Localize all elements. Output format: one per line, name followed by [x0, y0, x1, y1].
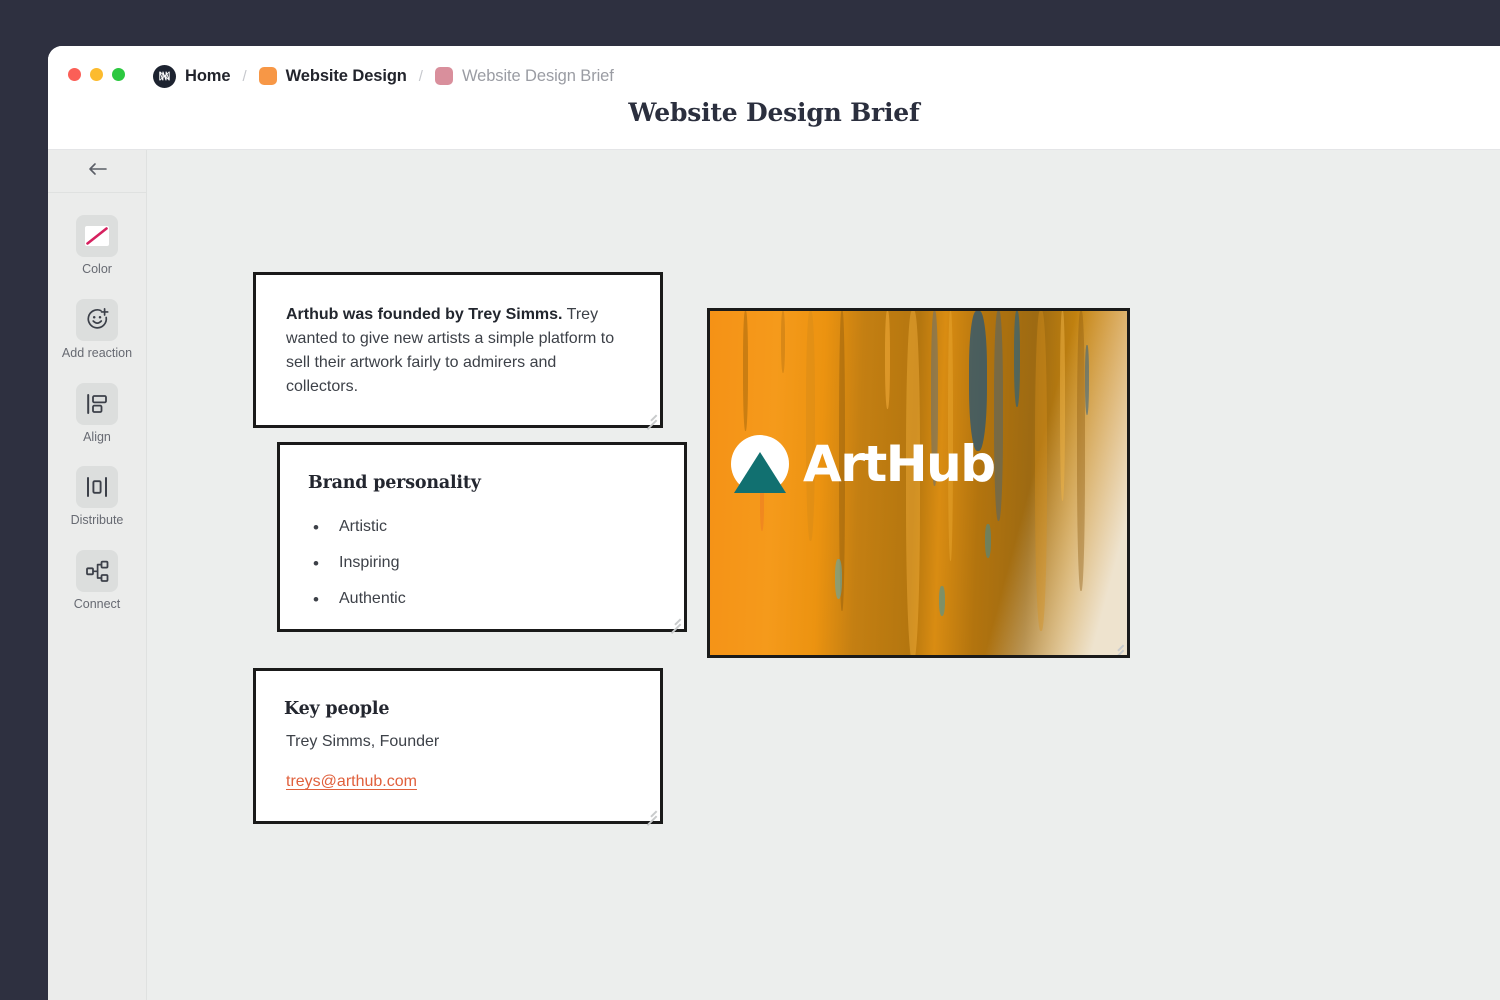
- arthub-logo-lockup: ArtHub: [731, 435, 995, 493]
- toolbar-label-distribute: Distribute: [71, 514, 124, 528]
- brand-personality-item-0: Artistic: [339, 518, 387, 536]
- sticky-card-brand-personality[interactable]: Brand personality • Artistic • Inspiring…: [277, 442, 687, 632]
- toolbar-item-color[interactable]: Color: [55, 215, 139, 277]
- breadcrumb-item-home[interactable]: Home: [153, 62, 230, 90]
- toolbar-label-connect: Connect: [74, 598, 121, 612]
- image-card-arthub-logo[interactable]: ArtHub: [707, 308, 1130, 658]
- board-color-chip-orange: [259, 67, 277, 85]
- breadcrumb-label-website-design-brief: Website Design Brief: [462, 67, 614, 86]
- sticky-card-key-people[interactable]: Key people Trey Simms, Founder treys@art…: [253, 668, 663, 824]
- breadcrumb-label-website-design: Website Design: [286, 67, 407, 86]
- distribute-icon: [76, 466, 118, 508]
- brand-personality-item-2: Authentic: [339, 590, 406, 608]
- breadcrumb-item-website-design-brief[interactable]: Website Design Brief: [435, 62, 614, 90]
- breadcrumb: Home / Website Design / Website Design B…: [153, 62, 614, 90]
- align-icon: [76, 383, 118, 425]
- toolbar-label-align: Align: [83, 431, 111, 445]
- toolbar-item-add-reaction[interactable]: Add reaction: [55, 299, 139, 361]
- list-item: • Artistic: [280, 509, 684, 545]
- minimize-window-button[interactable]: [90, 68, 103, 81]
- sticky-card-founder-story[interactable]: Arthub was founded by Trey Simms. Trey w…: [253, 272, 663, 428]
- smiley-plus-icon: [76, 299, 118, 341]
- card-resize-handle[interactable]: [644, 805, 657, 818]
- board-color-chip-pink: [435, 67, 453, 85]
- toolbar-back-button[interactable]: [48, 150, 146, 193]
- breadcrumb-separator: /: [230, 68, 258, 85]
- toolbar-label-add-reaction: Add reaction: [62, 347, 132, 361]
- key-people-email-link[interactable]: treys@arthub.com: [286, 773, 417, 791]
- connect-share-icon: [76, 550, 118, 592]
- toolbar-item-align[interactable]: Align: [55, 383, 139, 445]
- founder-story-text: Arthub was founded by Trey Simms. Trey w…: [256, 275, 660, 399]
- brand-personality-item-1: Inspiring: [339, 554, 399, 572]
- color-swatch-icon: [76, 215, 118, 257]
- toolbar-item-distribute[interactable]: Distribute: [55, 466, 139, 528]
- card-resize-handle[interactable]: [668, 613, 681, 626]
- brand-personality-list: • Artistic • Inspiring • Authentic: [280, 493, 684, 617]
- miro-logo-icon: [153, 65, 176, 88]
- list-item: • Inspiring: [280, 545, 684, 581]
- toolbar-label-color: Color: [82, 263, 112, 277]
- toolbar-item-connect[interactable]: Connect: [55, 550, 139, 612]
- key-people-person: Trey Simms, Founder: [256, 719, 660, 751]
- card-resize-handle[interactable]: [1111, 639, 1124, 652]
- close-window-button[interactable]: [68, 68, 81, 81]
- bullet-glyph: •: [313, 519, 339, 536]
- breadcrumb-label-home: Home: [185, 67, 230, 86]
- left-toolbar: Color Add reaction: [48, 150, 147, 1000]
- app-window: Home / Website Design / Website Design B…: [48, 46, 1500, 1000]
- zoom-window-button[interactable]: [112, 68, 125, 81]
- bullet-glyph: •: [313, 555, 339, 572]
- list-item: • Authentic: [280, 581, 684, 617]
- board-canvas[interactable]: Arthub was founded by Trey Simms. Trey w…: [147, 150, 1500, 1000]
- toolbar-tools: Color Add reaction: [48, 193, 146, 612]
- founder-story-lead: Arthub was founded by Trey Simms.: [286, 306, 563, 323]
- brand-personality-heading: Brand personality: [280, 445, 684, 493]
- arthub-wordmark: ArtHub: [803, 439, 995, 489]
- key-people-heading: Key people: [256, 671, 660, 719]
- bullet-glyph: •: [313, 591, 339, 608]
- breadcrumb-item-website-design[interactable]: Website Design: [259, 62, 407, 90]
- window-controls: [68, 68, 125, 81]
- card-resize-handle[interactable]: [644, 409, 657, 422]
- arthub-triangle-logo-icon: [731, 435, 789, 493]
- titlebar: Home / Website Design / Website Design B…: [48, 46, 1500, 150]
- breadcrumb-separator: /: [407, 68, 435, 85]
- page-title: Website Design Brief: [48, 98, 1500, 127]
- arrow-left-icon: [87, 162, 107, 181]
